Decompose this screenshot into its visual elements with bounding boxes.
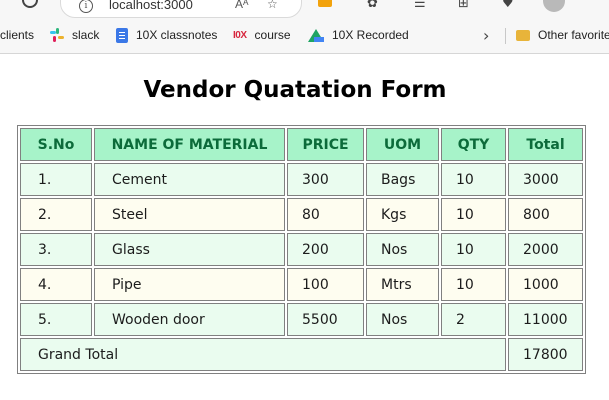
add-favorite-icon[interactable]: ☆ bbox=[267, 0, 278, 11]
header-sno: S.No bbox=[20, 128, 92, 161]
quotation-table-container: S.No NAME OF MATERIAL PRICE UOM QTY Tota… bbox=[17, 125, 586, 374]
bookmarks-bar: clients slack 10X classnotes I0X course … bbox=[0, 24, 609, 46]
bookmark-course[interactable]: I0X course bbox=[233, 27, 291, 43]
google-docs-icon bbox=[116, 27, 128, 43]
table-row: 5. Wooden door 5500 Nos 2 11000 bbox=[20, 303, 583, 336]
bookmarks-overflow-chevron-icon[interactable]: › bbox=[483, 26, 489, 45]
cell-material: Cement bbox=[94, 163, 285, 196]
cell-sno: 2. bbox=[20, 198, 92, 231]
favorites-list-icon[interactable]: ☰ bbox=[414, 0, 426, 11]
cell-price: 5500 bbox=[287, 303, 364, 336]
cell-qty: 10 bbox=[441, 198, 506, 231]
cell-uom: Nos bbox=[366, 233, 439, 266]
site-info-icon[interactable]: i bbox=[79, 0, 93, 13]
cell-uom: Kgs bbox=[366, 198, 439, 231]
bookmark-label: Other favorites bbox=[538, 28, 609, 42]
bookmark-label: course bbox=[254, 28, 291, 42]
folder-icon bbox=[516, 29, 530, 41]
cell-price: 80 bbox=[287, 198, 364, 231]
cell-uom: Bags bbox=[366, 163, 439, 196]
table-row: 1. Cement 300 Bags 10 3000 bbox=[20, 163, 583, 196]
bookmark-10x-recorded[interactable]: 10X Recorded bbox=[308, 27, 409, 43]
bookmark-label: clients bbox=[0, 28, 35, 42]
cell-sno: 4. bbox=[20, 268, 92, 301]
cell-qty: 2 bbox=[441, 303, 506, 336]
read-aloud-icon[interactable]: Aᴬ bbox=[235, 0, 248, 11]
bookmark-label: 10X classnotes bbox=[136, 28, 218, 42]
grand-total-label: Grand Total bbox=[20, 338, 506, 371]
header-price: PRICE bbox=[287, 128, 364, 161]
profile-avatar[interactable] bbox=[543, 0, 565, 12]
quotation-table: S.No NAME OF MATERIAL PRICE UOM QTY Tota… bbox=[17, 125, 586, 374]
google-drive-icon bbox=[308, 28, 324, 42]
header-uom: UOM bbox=[366, 128, 439, 161]
collections-icon[interactable]: ⊞ bbox=[458, 0, 469, 11]
bookmark-label: 10X Recorded bbox=[332, 28, 409, 42]
cell-sno: 1. bbox=[20, 163, 92, 196]
cell-sno: 5. bbox=[20, 303, 92, 336]
address-bar[interactable]: i localhost:3000 Aᴬ ☆ bbox=[60, 0, 302, 18]
cell-uom: Mtrs bbox=[366, 268, 439, 301]
cell-uom: Nos bbox=[366, 303, 439, 336]
table-row: 2. Steel 80 Kgs 10 800 bbox=[20, 198, 583, 231]
header-qty: QTY bbox=[441, 128, 506, 161]
url-text[interactable]: localhost:3000 bbox=[109, 0, 193, 12]
cell-material: Steel bbox=[94, 198, 285, 231]
bookmarks-divider bbox=[505, 28, 506, 44]
bookmark-slack[interactable]: slack bbox=[50, 27, 99, 43]
address-bar-row: i localhost:3000 Aᴬ ☆ ✿ ☰ ⊞ ♥ bbox=[0, 0, 609, 18]
cell-total: 2000 bbox=[508, 233, 583, 266]
browser-chrome: i localhost:3000 Aᴬ ☆ ✿ ☰ ⊞ ♥ clients sl… bbox=[0, 0, 609, 54]
table-header-row: S.No NAME OF MATERIAL PRICE UOM QTY Tota… bbox=[20, 128, 583, 161]
slack-icon bbox=[50, 28, 64, 42]
bookmark-label: slack bbox=[72, 28, 100, 42]
cell-sno: 3. bbox=[20, 233, 92, 266]
table-row: 3. Glass 200 Nos 10 2000 bbox=[20, 233, 583, 266]
cell-total: 800 bbox=[508, 198, 583, 231]
tenx-logo-icon: I0X bbox=[233, 29, 247, 41]
header-material: NAME OF MATERIAL bbox=[94, 128, 285, 161]
cell-material: Wooden door bbox=[94, 303, 285, 336]
cell-qty: 10 bbox=[441, 163, 506, 196]
header-total: Total bbox=[508, 128, 583, 161]
grand-total-value: 17800 bbox=[508, 338, 583, 371]
cell-total: 11000 bbox=[508, 303, 583, 336]
browser-essentials-icon[interactable]: ♥ bbox=[502, 0, 514, 11]
extension-icon[interactable] bbox=[318, 0, 332, 7]
cell-material: Pipe bbox=[94, 268, 285, 301]
bookmark-other-favorites[interactable]: Other favorites bbox=[516, 27, 609, 43]
cell-price: 300 bbox=[287, 163, 364, 196]
cell-price: 200 bbox=[287, 233, 364, 266]
reload-icon[interactable] bbox=[22, 0, 38, 8]
bookmark-clients[interactable]: clients bbox=[0, 27, 34, 43]
cell-qty: 10 bbox=[441, 233, 506, 266]
cell-price: 100 bbox=[287, 268, 364, 301]
bookmark-10x-classnotes[interactable]: 10X classnotes bbox=[116, 27, 217, 43]
extensions-puzzle-icon[interactable]: ✿ bbox=[367, 0, 378, 11]
table-row: 4. Pipe 100 Mtrs 10 1000 bbox=[20, 268, 583, 301]
cell-material: Glass bbox=[94, 233, 285, 266]
cell-total: 3000 bbox=[508, 163, 583, 196]
grand-total-row: Grand Total 17800 bbox=[20, 338, 583, 371]
cell-total: 1000 bbox=[508, 268, 583, 301]
page-title: Vendor Quatation Form bbox=[143, 77, 447, 103]
cell-qty: 10 bbox=[441, 268, 506, 301]
